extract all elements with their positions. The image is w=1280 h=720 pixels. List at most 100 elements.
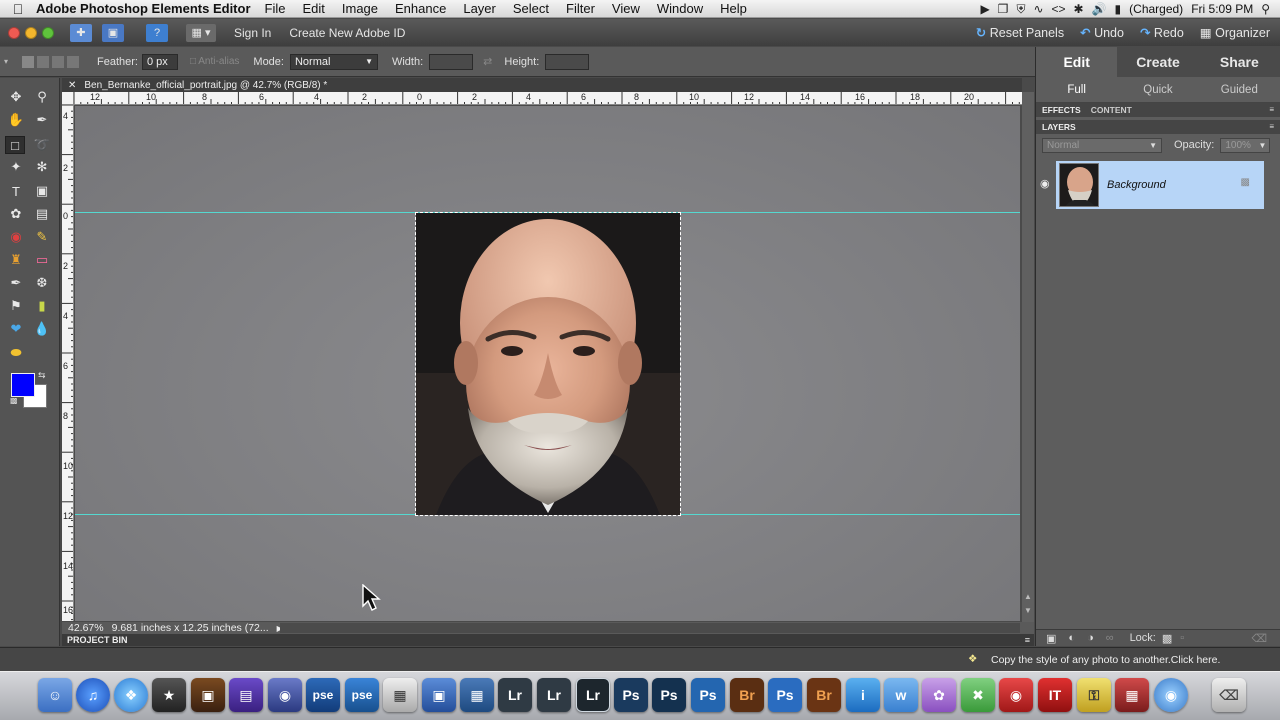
- layer-name[interactable]: Background: [1107, 179, 1166, 191]
- create-adobe-id-link[interactable]: Create New Adobe ID: [289, 26, 405, 40]
- move-tool-icon[interactable]: ✥: [6, 88, 26, 106]
- new-adjustment-layer-icon[interactable]: ◐: [1068, 632, 1075, 644]
- layers-title[interactable]: LAYERS: [1042, 122, 1076, 132]
- menu-select[interactable]: Select: [513, 1, 549, 16]
- tab-quick[interactable]: Quick: [1117, 77, 1198, 102]
- keychain-icon[interactable]: ⚿: [1077, 678, 1111, 712]
- healing-brush-tool-icon[interactable]: ✎: [32, 228, 52, 246]
- custom-shape-tool-icon[interactable]: ❤: [6, 320, 26, 338]
- layer-row-background[interactable]: Background ▩: [1056, 161, 1264, 209]
- itunes-icon[interactable]: ♫: [76, 678, 110, 712]
- panel-menu-icon[interactable]: ≡: [1269, 105, 1274, 114]
- photoshop-elements-icon[interactable]: pse: [306, 678, 340, 712]
- hand-tool-icon[interactable]: ✋: [6, 111, 26, 129]
- layers-menu-icon[interactable]: ≡: [1269, 122, 1274, 131]
- apple-menu-icon[interactable]: : [0, 1, 36, 17]
- trash-icon[interactable]: ⌫: [1212, 678, 1246, 712]
- paint-bucket-tool-icon[interactable]: ⚑: [6, 297, 26, 315]
- crop-tool-icon[interactable]: ▣: [32, 182, 52, 200]
- height-input[interactable]: [545, 53, 590, 70]
- lasso-tool-icon[interactable]: ➰: [32, 136, 52, 154]
- zoom-tool-icon[interactable]: ⚲: [32, 88, 52, 106]
- save-icon[interactable]: ▣: [102, 23, 124, 42]
- photo-booth-icon[interactable]: ▣: [191, 678, 225, 712]
- scroll-up-arrow-icon[interactable]: ▲: [1024, 592, 1032, 601]
- reset-panels-button[interactable]: ↻ Reset Panels: [976, 25, 1064, 40]
- menu-file[interactable]: File: [265, 1, 286, 16]
- menu-view[interactable]: View: [612, 1, 640, 16]
- bridge-icon-2[interactable]: Br: [807, 678, 841, 712]
- project-bin-menu-icon[interactable]: ≡: [1025, 635, 1030, 645]
- menu-edit[interactable]: Edit: [302, 1, 324, 16]
- clone-stamp-tool-icon[interactable]: ♜: [6, 251, 26, 269]
- default-colors-icon[interactable]: ▩: [10, 396, 18, 405]
- foreground-color-swatch[interactable]: [11, 373, 35, 397]
- add-selection-icon[interactable]: [37, 55, 50, 68]
- type-tool-icon[interactable]: T: [6, 182, 26, 200]
- tip-link[interactable]: Copy the style of any photo to another.C…: [991, 654, 1220, 666]
- cookie-cutter-tool-icon[interactable]: ✿: [6, 205, 26, 223]
- onenote-icon[interactable]: ✿: [922, 678, 956, 712]
- lightroom-icon[interactable]: Lr: [498, 678, 532, 712]
- photoshop-icon-3[interactable]: Ps: [691, 678, 725, 712]
- mode-select[interactable]: Normal ▼: [289, 53, 378, 70]
- copy-icon[interactable]: ❐: [998, 2, 1009, 16]
- portrait-photo[interactable]: [415, 212, 681, 516]
- project-bin-bar[interactable]: PROJECT BIN ≡: [62, 634, 1034, 646]
- wifi-icon[interactable]: ∿: [1033, 2, 1043, 16]
- horizontal-scrollbar[interactable]: [280, 623, 1020, 633]
- word-icon[interactable]: w: [884, 678, 918, 712]
- eraser-tool-icon[interactable]: ▭: [32, 251, 52, 269]
- tab-create[interactable]: Create: [1117, 47, 1198, 77]
- tab-guided[interactable]: Guided: [1199, 77, 1280, 102]
- spotlight-search-icon[interactable]: ⚲: [1261, 2, 1270, 16]
- new-selection-icon[interactable]: [22, 55, 35, 68]
- width-input[interactable]: [429, 53, 474, 70]
- smart-brush-tool-icon[interactable]: ❆: [32, 274, 52, 292]
- lightroom-icon-3[interactable]: Lr: [576, 678, 610, 712]
- imovie-icon[interactable]: ★: [152, 678, 186, 712]
- menu-window[interactable]: Window: [657, 1, 703, 16]
- it-app-icon[interactable]: IT: [1038, 678, 1072, 712]
- rectangular-marquee-tool-icon[interactable]: □: [5, 136, 25, 154]
- screen-record-icon[interactable]: ▶: [980, 2, 989, 16]
- subtract-selection-icon[interactable]: [52, 55, 65, 68]
- preview-icon[interactable]: ▣: [422, 678, 456, 712]
- menu-filter[interactable]: Filter: [566, 1, 595, 16]
- straighten-tool-icon[interactable]: ▤: [32, 205, 52, 223]
- zoom-level[interactable]: 42.67%: [68, 622, 104, 634]
- vertical-scrollbar[interactable]: ▲ ▼: [1022, 92, 1034, 622]
- network-icon[interactable]: ◉: [1154, 678, 1188, 712]
- safari-icon[interactable]: ❖: [114, 678, 148, 712]
- magic-wand-tool-icon[interactable]: ✦: [6, 158, 26, 176]
- tab-full[interactable]: Full: [1036, 77, 1117, 102]
- camera-app-icon[interactable]: ◉: [268, 678, 302, 712]
- delete-layer-icon[interactable]: ⌫: [1251, 632, 1267, 645]
- blend-mode-select[interactable]: Normal ▼: [1042, 137, 1162, 153]
- options-menu-icon[interactable]: ▾: [4, 57, 8, 66]
- photoshop-icon[interactable]: Ps: [614, 678, 648, 712]
- blur-tool-icon[interactable]: 💧: [32, 320, 52, 338]
- help-icon[interactable]: ?: [146, 23, 168, 42]
- menu-help[interactable]: Help: [720, 1, 747, 16]
- menu-layer[interactable]: Layer: [463, 1, 496, 16]
- tab-content[interactable]: CONTENT: [1091, 105, 1132, 115]
- battery-status[interactable]: (Charged): [1129, 2, 1183, 16]
- quick-selection-tool-icon[interactable]: ✻: [32, 158, 52, 176]
- opacity-field[interactable]: 100% ▼: [1220, 137, 1271, 153]
- tab-edit[interactable]: Edit: [1036, 47, 1118, 77]
- window-close-button[interactable]: [8, 26, 20, 39]
- code-icon[interactable]: <>: [1052, 2, 1066, 16]
- scroll-down-arrow-icon[interactable]: ▼: [1024, 606, 1032, 615]
- intersect-selection-icon[interactable]: [67, 55, 80, 68]
- sign-in-link[interactable]: Sign In: [234, 26, 271, 40]
- gradient-tool-icon[interactable]: ▮: [32, 297, 52, 315]
- mail-app-icon[interactable]: ▤: [229, 678, 263, 712]
- layer-visibility-eye-icon[interactable]: ◉: [1040, 177, 1050, 190]
- excel-icon[interactable]: ✖: [961, 678, 995, 712]
- vertical-ruler[interactable]: 4 2 0 2 4 6 8 10 12 14 16: [62, 105, 74, 621]
- undo-button[interactable]: ↶ Undo: [1080, 25, 1124, 40]
- close-document-icon[interactable]: ✕: [68, 80, 76, 91]
- link-layers-icon[interactable]: ∞: [1106, 632, 1114, 644]
- shield-icon[interactable]: ⛨: [1016, 2, 1025, 17]
